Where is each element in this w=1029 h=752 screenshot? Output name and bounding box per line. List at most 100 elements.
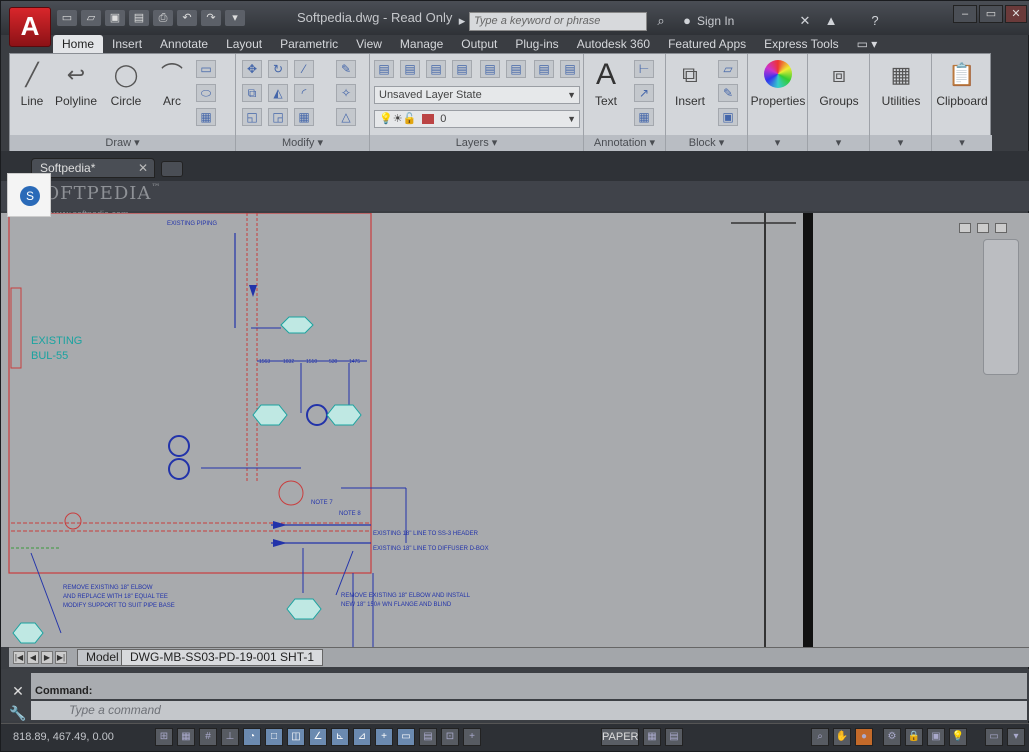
tab-output[interactable]: Output	[452, 35, 506, 53]
tab-layout[interactable]: Layout	[217, 35, 271, 53]
maximize-button[interactable]: ▭	[979, 5, 1003, 23]
open-icon[interactable]: ▱	[81, 10, 101, 26]
layer-state-dropdown[interactable]: Unsaved Layer State ▼	[374, 86, 580, 104]
clipboard-button[interactable]: 📋 Clipboard	[932, 60, 992, 108]
modify-panel-title[interactable]: Modify ▾	[236, 135, 369, 151]
layer-icon-6[interactable]: ▤	[506, 60, 526, 78]
viewport-close-icon[interactable]	[995, 223, 1007, 233]
insert-button[interactable]: ⧉ Insert	[670, 60, 710, 108]
zoom-icon[interactable]: ⌕	[811, 728, 829, 746]
tab-express-tools[interactable]: Express Tools	[755, 35, 847, 53]
stretch-icon[interactable]: ◱	[242, 108, 262, 126]
search-input[interactable]: Type a keyword or phrase	[469, 12, 647, 31]
clipboard-panel-title[interactable]: ▾	[932, 135, 992, 151]
annotation-monitor-icon[interactable]: +	[463, 728, 481, 746]
undo-icon[interactable]: ↶	[177, 10, 197, 26]
tab-view[interactable]: View	[347, 35, 391, 53]
annotation-panel-title[interactable]: Annotation ▾	[584, 135, 665, 151]
new-tab-button[interactable]	[161, 161, 183, 177]
quick-properties-icon[interactable]: ▤	[419, 728, 437, 746]
dimension-icon[interactable]: ⊢	[634, 60, 654, 78]
draw-panel-title[interactable]: Draw ▾	[10, 135, 235, 151]
clean-screen-icon[interactable]: ▭	[985, 728, 1003, 746]
save-icon[interactable]: ▣	[105, 10, 125, 26]
table-icon[interactable]: ▦	[634, 108, 654, 126]
application-menu-button[interactable]: A	[9, 7, 51, 47]
sign-in-link[interactable]: Sign In	[697, 14, 734, 28]
close-tab-icon[interactable]: ✕	[138, 161, 148, 175]
plot-icon[interactable]: ⎙	[153, 10, 173, 26]
next-layout-icon[interactable]: ▶	[41, 651, 53, 664]
user-icon[interactable]: ●	[679, 13, 695, 29]
navigation-bar[interactable]	[983, 239, 1019, 375]
utilities-panel-title[interactable]: ▾	[870, 135, 931, 151]
exchange-icon[interactable]: ✕	[797, 13, 813, 29]
tab-parametric[interactable]: Parametric	[271, 35, 347, 53]
block-panel-title[interactable]: Block ▾	[666, 135, 747, 151]
groups-button[interactable]: ⧈ Groups	[808, 60, 870, 108]
3d-osnap-icon[interactable]: ◫	[287, 728, 305, 746]
redo-icon[interactable]: ↷	[201, 10, 221, 26]
properties-button[interactable]: Properties	[748, 60, 808, 108]
leader-icon[interactable]: ↗	[634, 84, 654, 102]
mirror-icon[interactable]: ◭	[268, 84, 288, 102]
snap-icon[interactable]: ▦	[177, 728, 195, 746]
drawing-canvas[interactable]: EXISTING PIPING EXISTING BUL-55 1563 103…	[1, 213, 1029, 647]
layer-icon-2[interactable]: ▤	[400, 60, 420, 78]
fillet-icon[interactable]: ◜	[294, 84, 314, 102]
viewport-restore-icon[interactable]	[977, 223, 989, 233]
paper-space-toggle[interactable]: PAPER	[601, 728, 639, 746]
ellipse-icon[interactable]: ⬭	[196, 84, 216, 102]
rotate-icon[interactable]: ↻	[268, 60, 288, 78]
osnap-icon[interactable]: □	[265, 728, 283, 746]
tab-layout-sheet[interactable]: DWG-MB-SS03-PD-19-001 SHT-1	[121, 649, 324, 666]
arc-button[interactable]: ⌒ Arc	[154, 60, 190, 108]
help-icon[interactable]: ?	[867, 13, 883, 29]
coordinates-readout[interactable]: 818.89, 467.49, 0.00	[13, 731, 114, 743]
pan-icon[interactable]: ✋	[833, 728, 851, 746]
tab-annotate[interactable]: Annotate	[151, 35, 217, 53]
lineweight-icon[interactable]: +	[375, 728, 393, 746]
ortho-icon[interactable]: ⊥	[221, 728, 239, 746]
close-command-icon[interactable]: ✕	[7, 681, 29, 701]
status-menu-icon[interactable]: ▾	[1007, 728, 1025, 746]
groups-panel-title[interactable]: ▾	[808, 135, 869, 151]
layers-panel-title[interactable]: Layers ▾	[370, 135, 583, 151]
tab-featured-apps[interactable]: Featured Apps	[659, 35, 755, 53]
layer-icon-3[interactable]: ▤	[426, 60, 446, 78]
infer-constraints-icon[interactable]: ⊞	[155, 728, 173, 746]
text-button[interactable]: A Text	[588, 60, 624, 109]
autodesk-icon[interactable]: ▲	[823, 13, 839, 29]
workspace-icon[interactable]: ▾	[225, 10, 245, 26]
close-button[interactable]: ✕	[1005, 5, 1027, 23]
tab-insert[interactable]: Insert	[103, 35, 151, 53]
array-icon[interactable]: ▦	[294, 108, 314, 126]
explode-icon[interactable]: ✧	[336, 84, 356, 102]
erase-icon[interactable]: ✎	[336, 60, 356, 78]
search-icon[interactable]: ⌕	[653, 13, 669, 29]
new-icon[interactable]: ▭	[57, 10, 77, 26]
save-as-icon[interactable]: ▤	[129, 10, 149, 26]
polar-icon[interactable]: ◔	[243, 728, 261, 746]
tab-home[interactable]: Home	[53, 35, 104, 53]
scale-icon[interactable]: ◲	[268, 108, 288, 126]
properties-panel-title[interactable]: ▾	[748, 135, 807, 151]
tab-autodesk-360[interactable]: Autodesk 360	[568, 35, 659, 53]
viewport-minimize-icon[interactable]	[959, 223, 971, 233]
isolate-icon[interactable]: 💡	[949, 728, 967, 746]
layer-dropdown[interactable]: 💡☀🔓 0 ▼	[374, 110, 580, 128]
ribbon-toggle-icon[interactable]: ▭ ▾	[848, 35, 887, 53]
edit-block-icon[interactable]: ✎	[718, 84, 738, 102]
layer-icon-5[interactable]: ▤	[480, 60, 500, 78]
selection-cycling-icon[interactable]: ⊡	[441, 728, 459, 746]
minimize-button[interactable]: –	[953, 5, 977, 23]
line-button[interactable]: ╱ Line	[16, 60, 48, 108]
move-icon[interactable]: ✥	[242, 60, 262, 78]
quick-view-layouts-icon[interactable]: ▦	[643, 728, 661, 746]
workspace-switch-icon[interactable]: ⚙	[883, 728, 901, 746]
hardware-icon[interactable]: ▣	[927, 728, 945, 746]
tab-plugins[interactable]: Plug-ins	[506, 35, 567, 53]
layer-icon-8[interactable]: ▤	[560, 60, 580, 78]
rectangle-icon[interactable]: ▭	[196, 60, 216, 78]
circle-button[interactable]: ◯ Circle	[106, 60, 146, 108]
